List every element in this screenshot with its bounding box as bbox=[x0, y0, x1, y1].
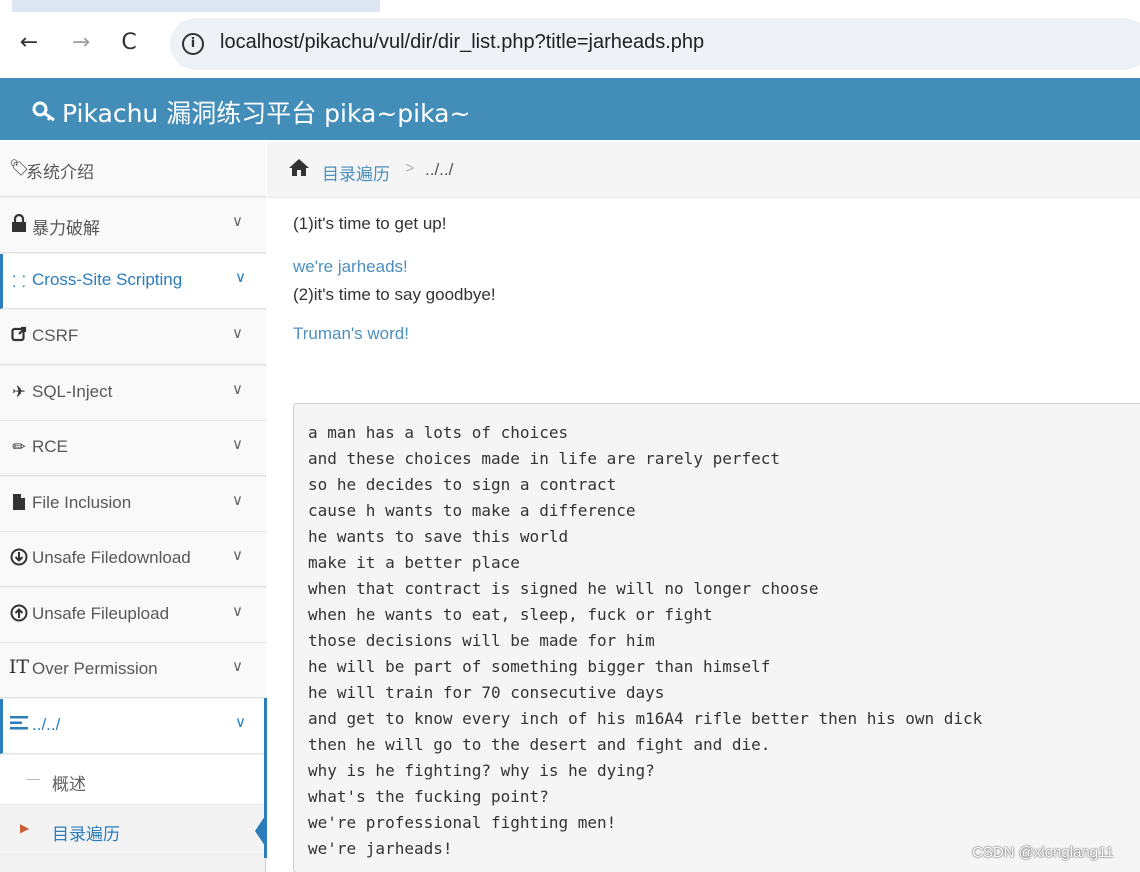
sidebar-item-label: CSRF bbox=[32, 326, 79, 345]
text-icon: IT bbox=[8, 656, 30, 678]
poem-line: why is he fighting? why is he dying? bbox=[308, 761, 655, 780]
sidebar-subitem-label: 概述 bbox=[52, 775, 86, 794]
poem-line: we're professional fighting men! bbox=[308, 813, 617, 832]
chevron-down-icon: ∨ bbox=[232, 546, 243, 564]
sidebar-item-label: Over Permission bbox=[32, 659, 158, 678]
poem-line: and get to know every inch of his m16A4 … bbox=[308, 709, 983, 728]
home-icon[interactable] bbox=[288, 158, 310, 182]
chevron-down-icon: ∨ bbox=[232, 602, 243, 620]
fighter-jet-icon: ✈︎ bbox=[12, 382, 26, 401]
chevron-down-icon: ∨ bbox=[232, 491, 243, 509]
poem-line: then he will go to the desert and fight … bbox=[308, 735, 771, 754]
sidebar-item-label: Unsafe Filedownload bbox=[32, 548, 191, 567]
tree-dash bbox=[26, 779, 40, 780]
poem-line: when that contract is signed he will no … bbox=[308, 579, 819, 598]
sidebar-item-label: File Inclusion bbox=[32, 493, 132, 512]
pencil-icon: ✏︎ bbox=[12, 437, 26, 456]
sidebar-item-dir-traversal[interactable]: ../../ ∨ bbox=[0, 699, 266, 754]
info-icon[interactable]: i bbox=[182, 33, 204, 55]
sidebar-item-intro[interactable]: 🏷︎ 系统介绍 bbox=[0, 142, 266, 197]
poem-line: he will train for 70 consecutive days bbox=[308, 683, 665, 702]
sidebar-item-label: SQL-Inject bbox=[32, 382, 113, 401]
chevron-down-icon: ∨ bbox=[232, 657, 243, 675]
sidebar-item-label: RCE bbox=[32, 437, 68, 456]
sidebar-item-over-permission[interactable]: IT Over Permission ∨ bbox=[0, 643, 266, 698]
upload-icon bbox=[8, 604, 30, 626]
sidebar-item-xss[interactable]: ⸬ Cross-Site Scripting ∨ bbox=[0, 254, 266, 309]
chevron-down-icon: ∨ bbox=[232, 435, 243, 453]
poem-line: he will be part of something bigger than… bbox=[308, 657, 771, 676]
browser-tab-strip bbox=[0, 0, 1140, 12]
active-rail bbox=[264, 698, 267, 858]
chevron-down-icon: ∨ bbox=[232, 380, 243, 398]
breadcrumb-link[interactable]: 目录遍历 bbox=[322, 160, 390, 185]
sidebar-item-label: Unsafe Fileupload bbox=[32, 604, 170, 623]
sidebar-item-label: 暴力破解 bbox=[32, 219, 100, 238]
content-line-1: (1)it's time to get up! bbox=[293, 214, 447, 233]
chevron-down-icon: ∨ bbox=[235, 713, 246, 731]
align-icon bbox=[8, 715, 30, 734]
list-icon: ⸬ bbox=[12, 272, 26, 291]
chevron-down-icon: ∨ bbox=[232, 324, 243, 342]
sidebar-item-label: ../../ bbox=[32, 715, 61, 734]
sidebar-subitem-overview[interactable]: 概述 bbox=[0, 755, 266, 805]
lock-icon bbox=[8, 213, 30, 236]
breadcrumb bbox=[267, 142, 1140, 198]
chevron-down-icon: ∨ bbox=[235, 268, 246, 286]
reload-icon[interactable]: C bbox=[116, 30, 142, 56]
download-icon bbox=[8, 548, 30, 570]
watermark: CSDN @xionglang11 bbox=[972, 844, 1114, 861]
sidebar-item-label: 系统介绍 bbox=[26, 163, 94, 182]
poem-line: so he decides to sign a contract bbox=[308, 475, 617, 494]
poem-line: he wants to save this world bbox=[308, 527, 569, 546]
poem-line: what's the fucking point? bbox=[308, 787, 549, 806]
poem-line: and these choices made in life are rarel… bbox=[308, 449, 781, 468]
breadcrumb-current: ../../ bbox=[425, 160, 454, 179]
breadcrumb-separator: > bbox=[405, 160, 415, 177]
sidebar-item-sql-inject[interactable]: ✈︎ SQL-Inject ∨ bbox=[0, 366, 266, 421]
sidebar-item-rce[interactable]: ✏︎ RCE ∨ bbox=[0, 421, 266, 476]
url-text[interactable]: localhost/pikachu/vul/dir/dir_list.php?t… bbox=[220, 31, 704, 54]
poem-line: a man has a lots of choices bbox=[308, 423, 569, 442]
caret-right-icon: ▶ bbox=[20, 821, 30, 835]
back-icon[interactable]: ← bbox=[16, 30, 42, 56]
poem-line: those decisions will be made for him bbox=[308, 631, 655, 650]
poem-line: when he wants to eat, sleep, fuck or fig… bbox=[308, 605, 713, 624]
truman-link[interactable]: Truman's word! bbox=[293, 324, 409, 344]
forward-icon[interactable]: → bbox=[68, 30, 94, 56]
content-line-2: (2)it's time to say goodbye! bbox=[293, 285, 496, 304]
poem-line: cause h wants to make a difference bbox=[308, 501, 636, 520]
app-title-text: Pikachu 漏洞练习平台 pika~pika~ bbox=[62, 99, 471, 128]
chevron-down-icon: ∨ bbox=[232, 212, 243, 230]
sidebar-subitem-dir-list[interactable]: ▶ 目录遍历 bbox=[0, 805, 267, 855]
share-icon bbox=[8, 326, 30, 346]
poem-line: make it a better place bbox=[308, 553, 520, 572]
sidebar-item-unsafe-filedownload[interactable]: Unsafe Filedownload ∨ bbox=[0, 532, 266, 587]
poem-block: a man has a lots of choices and these ch… bbox=[293, 403, 1140, 872]
sidebar-item-brute-force[interactable]: 暴力破解 ∨ bbox=[0, 198, 266, 253]
sidebar-subitem-label: 目录遍历 bbox=[52, 825, 120, 844]
key-icon bbox=[32, 99, 56, 128]
jarheads-link[interactable]: we're jarheads! bbox=[293, 257, 408, 277]
file-icon bbox=[8, 493, 30, 515]
sidebar-item-label: Cross-Site Scripting bbox=[32, 270, 183, 289]
sidebar-item-file-inclusion[interactable]: File Inclusion ∨ bbox=[0, 477, 266, 532]
tab-fragment bbox=[380, 0, 1140, 12]
sidebar-item-csrf[interactable]: CSRF ∨ bbox=[0, 310, 266, 365]
app-title-link[interactable]: Pikachu 漏洞练习平台 pika~pika~ bbox=[32, 94, 470, 130]
tab-fragment bbox=[0, 0, 12, 12]
sidebar-item-unsafe-fileupload[interactable]: Unsafe Fileupload ∨ bbox=[0, 588, 266, 643]
